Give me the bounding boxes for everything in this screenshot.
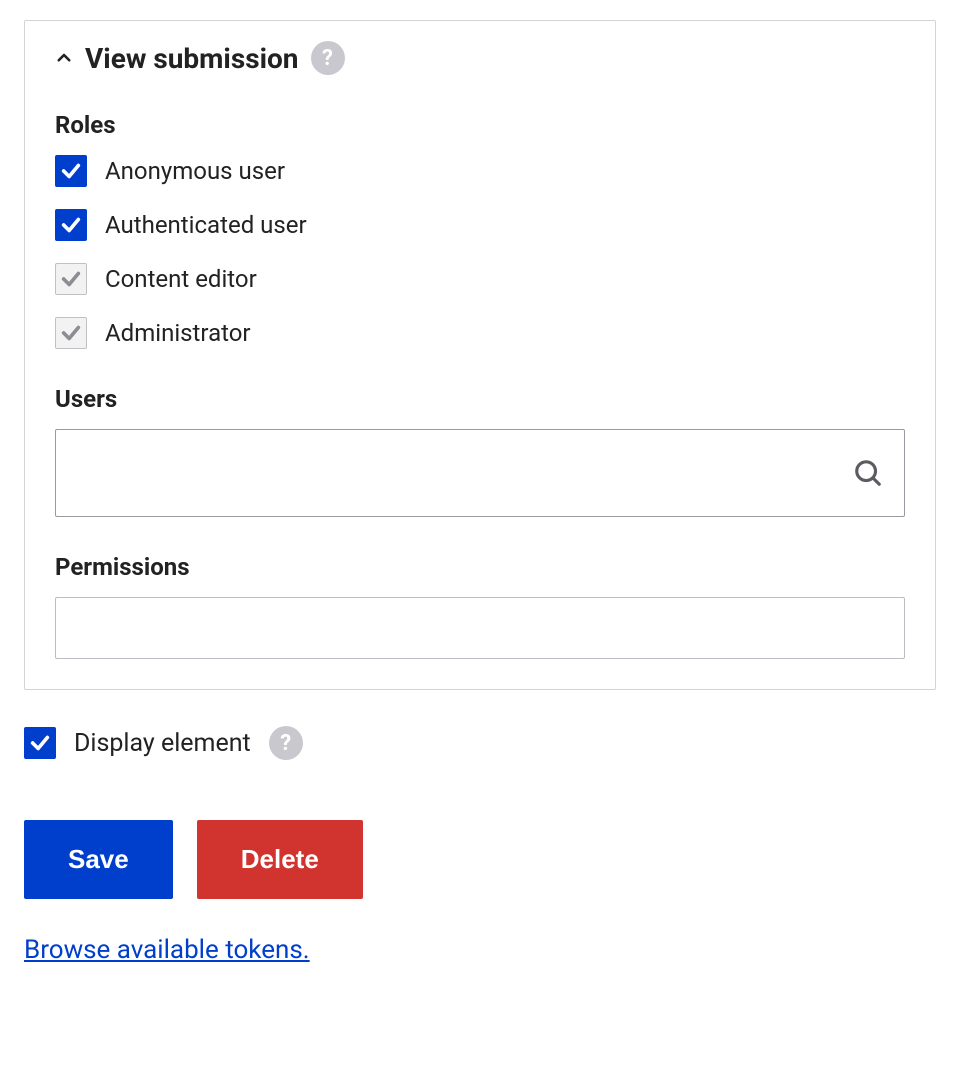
role-checkbox-authenticated[interactable] (55, 209, 87, 241)
role-label: Administrator (105, 319, 251, 347)
permissions-section: Permissions (55, 553, 905, 659)
roles-section: Roles Anonymous user Authenticated user … (55, 111, 905, 349)
role-checkbox-content-editor (55, 263, 87, 295)
display-element-label: Display element (74, 729, 251, 758)
display-element-row: Display element ? (24, 726, 936, 760)
users-section: Users (55, 385, 905, 517)
users-input-wrapper (55, 429, 905, 517)
help-icon[interactable]: ? (311, 41, 345, 75)
browse-tokens-link[interactable]: Browse available tokens. (24, 935, 310, 965)
permissions-input[interactable] (55, 597, 905, 659)
role-label: Anonymous user (105, 157, 285, 185)
users-input[interactable] (55, 429, 905, 517)
role-row-anonymous: Anonymous user (55, 155, 905, 187)
action-buttons: Save Delete (24, 820, 936, 899)
save-button[interactable]: Save (24, 820, 173, 899)
permissions-label: Permissions (55, 553, 905, 581)
delete-button[interactable]: Delete (197, 820, 363, 899)
role-label: Content editor (105, 265, 257, 293)
role-row-authenticated: Authenticated user (55, 209, 905, 241)
users-label: Users (55, 385, 905, 413)
panel-header[interactable]: View submission ? (55, 41, 905, 75)
roles-label: Roles (55, 111, 905, 139)
role-label: Authenticated user (105, 211, 307, 239)
chevron-up-icon (55, 49, 73, 67)
role-checkbox-anonymous[interactable] (55, 155, 87, 187)
role-row-administrator: Administrator (55, 317, 905, 349)
display-element-checkbox[interactable] (24, 727, 56, 759)
help-icon[interactable]: ? (269, 726, 303, 760)
role-checkbox-administrator (55, 317, 87, 349)
view-submission-panel: View submission ? Roles Anonymous user A… (24, 20, 936, 690)
role-row-content-editor: Content editor (55, 263, 905, 295)
panel-title: View submission (85, 42, 299, 75)
